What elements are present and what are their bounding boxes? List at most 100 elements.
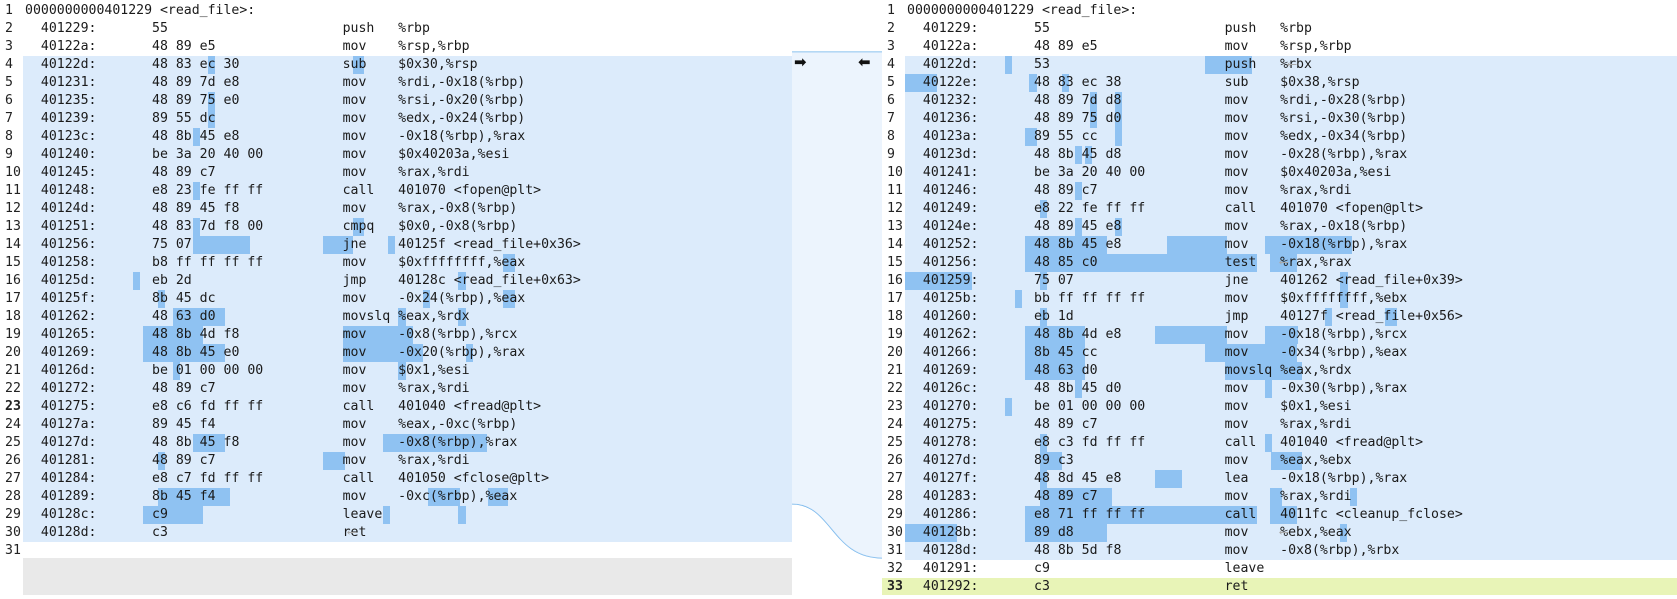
left-code-line[interactable]: 27 401284: e8 c7 fd ff ff call 401050 <f…	[0, 470, 792, 488]
right-code-line[interactable]: 18 401260: eb 1d jmp 40127f <read_file+0…	[882, 308, 1677, 326]
left-code-line[interactable]: 28 401289: 8b 45 f4 mov -0xc(%rbp),%eax	[0, 488, 792, 506]
left-code-line[interactable]: 10 401245: 48 89 c7 mov %rax,%rdi	[0, 164, 792, 182]
left-code-line[interactable]: 29 40128c: c9 leave	[0, 506, 792, 524]
right-code-line[interactable]: 12 401249: e8 22 fe ff ff call 401070 <f…	[882, 200, 1677, 218]
right-code-line[interactable]: 7 401236: 48 89 75 d0 mov %rsi,-0x30(%rb…	[882, 110, 1677, 128]
left-code-line[interactable]: 26 401281: 48 89 c7 mov %rax,%rdi	[0, 452, 792, 470]
left-code-line[interactable]: 18 401262: 48 63 d0 movslq %eax,%rdx	[0, 308, 792, 326]
line-text: 40123a: 89 55 cc mov %edx,-0x34(%rbp)	[907, 129, 1408, 144]
right-code-line[interactable]: 19 401262: 48 8b 4d e8 mov -0x18(%rbp),%…	[882, 326, 1677, 344]
right-code-line[interactable]: 27 40127f: 48 8d 45 e8 lea -0x18(%rbp),%…	[882, 470, 1677, 488]
left-code-line[interactable]: 20 401269: 48 8b 45 e0 mov -0x20(%rbp),%…	[0, 344, 792, 362]
line-text: 40122e: 48 83 ec 38 sub $0x38,%rsp	[907, 75, 1360, 90]
line-text: 40122d: 53 push %rbx	[907, 57, 1312, 72]
line-text: 401256: 75 07 jne 40125f <read_file+0x36…	[25, 237, 581, 252]
line-text: 40126c: 48 8b 45 d0 mov -0x30(%rbp),%rax	[907, 381, 1408, 396]
line-number: 13	[0, 218, 23, 236]
left-code-line[interactable]: 16 40125d: eb 2d jmp 40128c <read_file+0…	[0, 272, 792, 290]
right-code-line[interactable]: 21 401269: 48 63 d0 movslq %eax,%rdx	[882, 362, 1677, 380]
right-code-lines: 1 0000000000401229 <read_file>: 2 401229: …	[882, 2, 1677, 595]
right-code-line[interactable]: 30 40128b: 89 d8 mov %ebx,%eax ⟵	[882, 524, 1677, 542]
line-number: 14	[882, 236, 905, 254]
right-code-line[interactable]: 11 401246: 48 89 c7 mov %rax,%rdi	[882, 182, 1677, 200]
line-number: 3	[882, 38, 905, 56]
left-code-line[interactable]: 14 401256: 75 07 jne 40125f <read_file+0…	[0, 236, 792, 254]
line-text: 40124d: 48 89 45 f8 mov %rax,-0x8(%rbp)	[25, 201, 518, 216]
left-code-line[interactable]: 21 40126d: be 01 00 00 00 mov $0x1,%esi	[0, 362, 792, 380]
copy-to-right-arrow-icon[interactable]: ➡	[794, 53, 807, 71]
left-code-line[interactable]: 3 40122a: 48 89 e5 mov %rsp,%rbp	[0, 38, 792, 56]
line-text: 401265: 48 8b 4d f8 mov -0x8(%rbp),%rcx	[25, 327, 518, 342]
line-number: 28	[882, 488, 905, 506]
right-code-line[interactable]: 25 401278: e8 c3 fd ff ff call 401040 <f…	[882, 434, 1677, 452]
left-code-line[interactable]: 7 401239: 89 55 dc mov %edx,-0x24(%rbp)	[0, 110, 792, 128]
left-code-line[interactable]: 23 401275: e8 c6 fd ff ff call 401040 <f…	[0, 398, 792, 416]
left-code-line[interactable]: 9 401240: be 3a 20 40 00 mov $0x40203a,%…	[0, 146, 792, 164]
left-code-line[interactable]: 6 401235: 48 89 75 e0 mov %rsi,-0x20(%rb…	[0, 92, 792, 110]
line-text: 401291: c9 leave	[907, 561, 1265, 576]
right-code-line[interactable]: 8 40123a: 89 55 cc mov %edx,-0x34(%rbp)	[882, 128, 1677, 146]
right-code-line[interactable]: 16 401259: 75 07 jne 401262 <read_file+0…	[882, 272, 1677, 290]
right-code-line[interactable]: 24 401275: 48 89 c7 mov %rax,%rdi	[882, 416, 1677, 434]
line-number: 24	[882, 416, 905, 434]
left-code-line[interactable]: 22 401272: 48 89 c7 mov %rax,%rdi	[0, 380, 792, 398]
right-code-line[interactable]: 15 401256: 48 85 c0 test %rax,%rax ⟵	[882, 254, 1677, 272]
left-code-line[interactable]: 8 40123c: 48 8b 45 e8 mov -0x18(%rbp),%r…	[0, 128, 792, 146]
left-code-line[interactable]: 24 40127a: 89 45 f4 mov %eax,-0xc(%rbp)	[0, 416, 792, 434]
right-code-line[interactable]: 32 401291: c9 leave	[882, 560, 1677, 578]
right-code-line[interactable]: 23 401270: be 01 00 00 00 mov $0x1,%esi	[882, 398, 1677, 416]
left-code-line[interactable]: 25 40127d: 48 8b 45 f8 mov -0x8(%rbp),%r…	[0, 434, 792, 452]
right-code-line[interactable]: 28 401283: 48 89 c7 mov %rax,%rdi	[882, 488, 1677, 506]
line-number: 30	[882, 524, 905, 542]
right-code-line[interactable]: 5 40122e: 48 83 ec 38 sub $0x38,%rsp	[882, 74, 1677, 92]
right-code-line[interactable]: 1 0000000000401229 <read_file>:	[882, 2, 1677, 20]
left-code-line[interactable]: 15 401258: b8 ff ff ff ff mov $0xfffffff…	[0, 254, 792, 272]
right-code-line[interactable]: 31 40128d: 48 8b 5d f8 mov -0x8(%rbp),%r…	[882, 542, 1677, 560]
left-code-line[interactable]: 11 401248: e8 23 fe ff ff call 401070 <f…	[0, 182, 792, 200]
right-code-line[interactable]: 10 401241: be 3a 20 40 00 mov $0x40203a,…	[882, 164, 1677, 182]
line-break-arrow-icon: ⟵	[348, 525, 356, 540]
line-text: 401292: c3 ret	[907, 579, 1249, 594]
left-code-line[interactable]: 19 401265: 48 8b 4d f8 mov -0x8(%rbp),%r…	[0, 326, 792, 344]
right-code-line[interactable]: 20 401266: 8b 45 cc mov -0x34(%rbp),%eax	[882, 344, 1677, 362]
line-number: 16	[882, 272, 905, 290]
left-code-line[interactable]: 4 40122d: 48 83 ec 30 sub $0x30,%rsp	[0, 56, 792, 74]
copy-to-left-arrow-icon[interactable]: ⬅	[858, 53, 871, 71]
line-number: 12	[882, 200, 905, 218]
line-text: 40122a: 48 89 e5 mov %rsp,%rbp	[25, 39, 470, 54]
line-text: 401289: 8b 45 f4 mov -0xc(%rbp),%eax	[25, 489, 518, 504]
left-code-line[interactable]: 5 401231: 48 89 7d e8 mov %rdi,-0x18(%rb…	[0, 74, 792, 92]
right-diff-pane[interactable]: 1 0000000000401229 <read_file>: 2 401229: …	[882, 0, 1677, 595]
left-code-line[interactable]: 1 0000000000401229 <read_file>:	[0, 2, 792, 20]
right-code-line[interactable]: 17 40125b: bb ff ff ff ff mov $0xfffffff…	[882, 290, 1677, 308]
right-code-line[interactable]: 9 40123d: 48 8b 45 d8 mov -0x28(%rbp),%r…	[882, 146, 1677, 164]
line-number: 6	[882, 92, 905, 110]
line-number: 9	[0, 146, 23, 164]
left-code-line[interactable]: 12 40124d: 48 89 45 f8 mov %rax,-0x8(%rb…	[0, 200, 792, 218]
line-number: 10	[0, 164, 23, 182]
line-number: 25	[882, 434, 905, 452]
line-number: 29	[882, 506, 905, 524]
line-text: 401246: 48 89 c7 mov %rax,%rdi	[907, 183, 1352, 198]
right-code-line[interactable]: 13 40124e: 48 89 45 e8 mov %rax,-0x18(%r…	[882, 218, 1677, 236]
right-code-line[interactable]: 33 401292: c3 ret	[882, 578, 1677, 595]
line-number: 30	[0, 524, 23, 542]
line-text: 40127d: 89 c3 mov %eax,%ebx	[907, 453, 1352, 468]
left-code-line[interactable]: 17 40125f: 8b 45 dc mov -0x24(%rbp),%eax	[0, 290, 792, 308]
line-number: 25	[0, 434, 23, 452]
line-number: 9	[882, 146, 905, 164]
right-code-line[interactable]: 3 40122a: 48 89 e5 mov %rsp,%rbp	[882, 38, 1677, 56]
left-diff-pane[interactable]: 1 0000000000401229 <read_file>: 2 401229: …	[0, 0, 792, 595]
left-code-line[interactable]: 13 401251: 48 83 7d f8 00 cmpq $0x0,-0x8…	[0, 218, 792, 236]
right-code-line[interactable]: 29 401286: e8 71 ff ff ff call 4011fc <c…	[882, 506, 1677, 524]
left-code-line[interactable]: 2 401229: 55 push %rbp	[0, 20, 792, 38]
right-code-line[interactable]: 6 401232: 48 89 7d d8 mov %rdi,-0x28(%rb…	[882, 92, 1677, 110]
line-text: 40127a: 89 45 f4 mov %eax,-0xc(%rbp)	[25, 417, 518, 432]
right-code-line[interactable]: 22 40126c: 48 8b 45 d0 mov -0x30(%rbp),%…	[882, 380, 1677, 398]
line-number: 31	[0, 542, 23, 560]
right-code-line[interactable]: 26 40127d: 89 c3 mov %eax,%ebx	[882, 452, 1677, 470]
right-code-line[interactable]: 14 401252: 48 8b 45 e8 mov -0x18(%rbp),%…	[882, 236, 1677, 254]
right-code-line[interactable]: 2 401229: 55 push %rbp	[882, 20, 1677, 38]
left-code-line[interactable]: 30 40128d: c3 ret ⟵	[0, 524, 792, 542]
right-code-line[interactable]: 4 40122d: 53 push %rbx ⟵	[882, 56, 1677, 74]
